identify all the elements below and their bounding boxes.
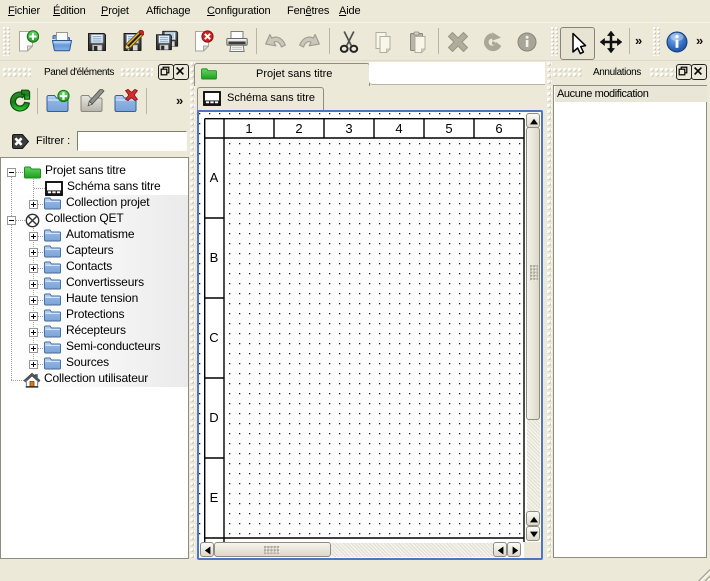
svg-text:6: 6 <box>495 121 502 136</box>
svg-text:4: 4 <box>395 121 402 136</box>
svg-text:1: 1 <box>245 121 252 136</box>
svg-text:D: D <box>209 410 218 425</box>
svg-text:3: 3 <box>345 121 352 136</box>
svg-text:5: 5 <box>445 121 452 136</box>
svg-text:A: A <box>210 170 219 185</box>
svg-text:C: C <box>209 330 218 345</box>
svg-text:2: 2 <box>295 121 302 136</box>
svg-text:B: B <box>210 250 219 265</box>
svg-text:E: E <box>210 490 219 505</box>
